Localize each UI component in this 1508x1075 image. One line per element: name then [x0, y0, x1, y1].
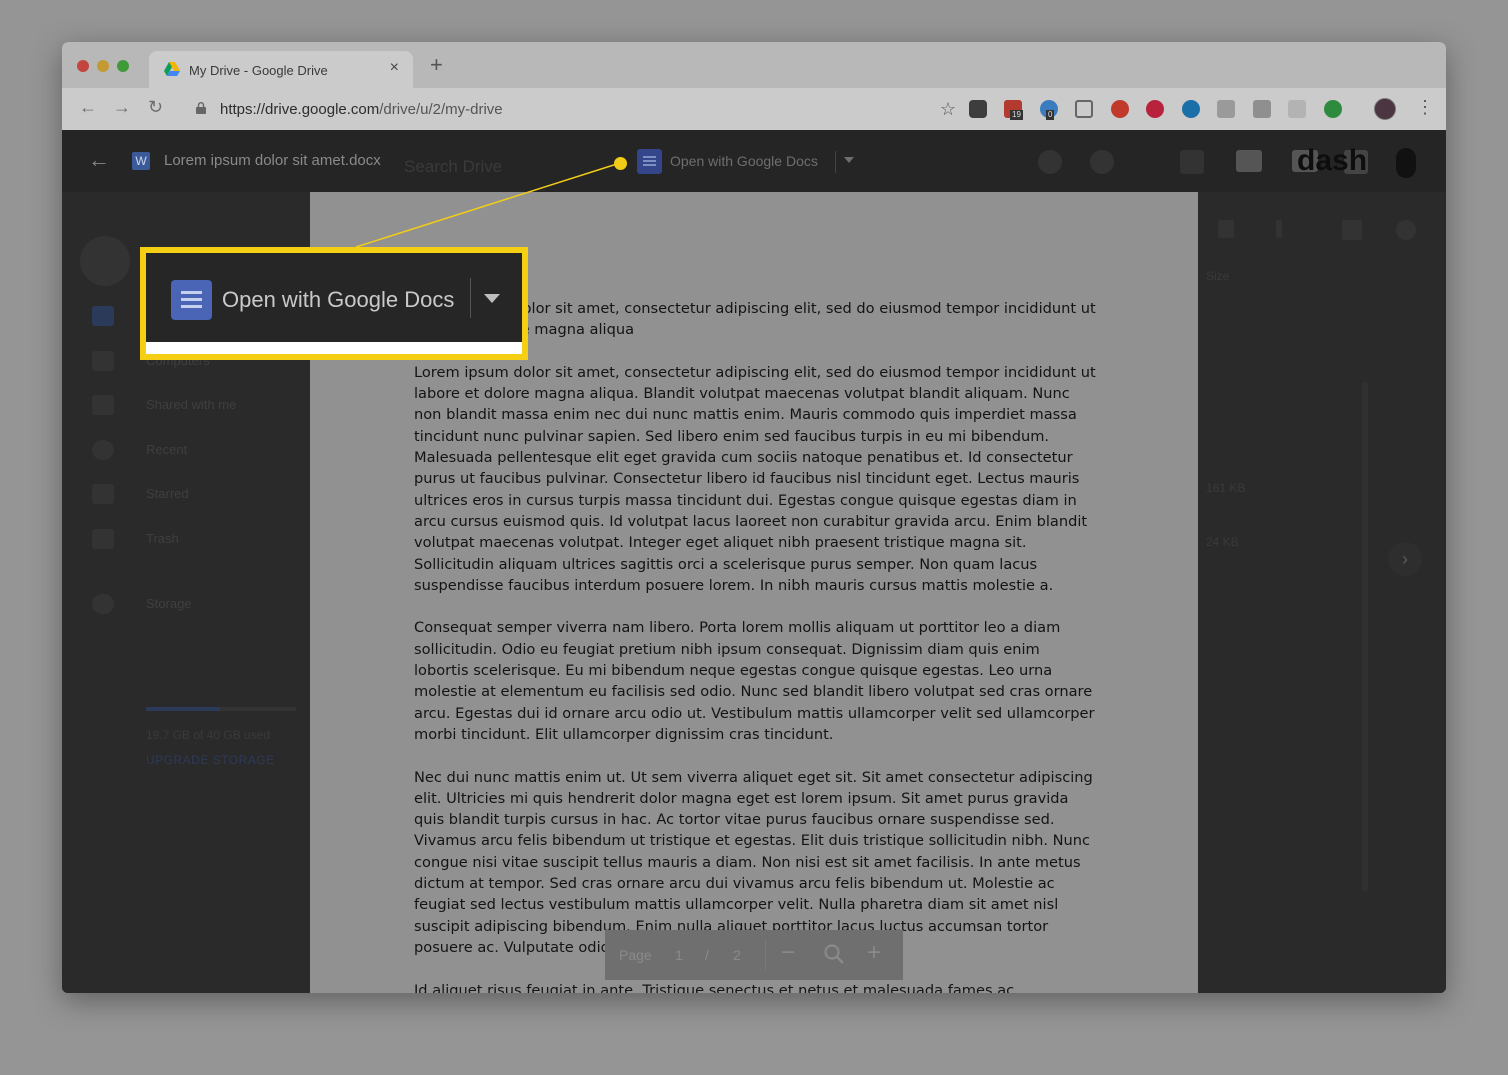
- more-actions-icon[interactable]: [1396, 148, 1416, 178]
- sidebar-item-label: Starred: [146, 486, 189, 501]
- computers-icon: [92, 351, 114, 371]
- callout-label: Open with Google Docs: [222, 287, 455, 312]
- url-text: https://drive.google.com/drive/u/2/my-dr…: [220, 101, 503, 118]
- profile-avatar[interactable]: [1374, 98, 1396, 120]
- google-docs-icon: [637, 149, 662, 174]
- document-paragraph: Lorem ipsum dolor sit amet, consectetur …: [414, 363, 1096, 594]
- callout-pointer-dot: [614, 157, 627, 170]
- cloud-icon: [92, 594, 114, 614]
- help-icon[interactable]: [1038, 150, 1062, 174]
- maximize-window-button[interactable]: [117, 60, 129, 72]
- drive-right-panel: Size 161 KB 24 KB ›: [1198, 192, 1446, 993]
- trash-icon[interactable]: [1218, 220, 1234, 238]
- pocket-extension-icon[interactable]: [969, 100, 987, 118]
- sidebar-item-label: Shared with me: [146, 397, 237, 412]
- bookmark-star-icon[interactable]: ☆: [940, 99, 956, 120]
- address-bar[interactable]: https://drive.google.com/drive/u/2/my-dr…: [186, 94, 956, 124]
- close-window-button[interactable]: [77, 60, 89, 72]
- tab-strip: My Drive - Google Drive × +: [62, 42, 1446, 88]
- minimize-window-button[interactable]: [97, 60, 109, 72]
- clock-icon: [92, 440, 114, 460]
- document-body: Lorem ipsum dolor sit amet, consectetur …: [414, 298, 1096, 993]
- add-comment-icon[interactable]: [1236, 150, 1262, 172]
- sidebar-item-label: Trash: [146, 531, 179, 546]
- tab-close-icon[interactable]: ×: [390, 59, 399, 77]
- extension-grey-icon[interactable]: [1288, 100, 1306, 118]
- calendar-extension-icon[interactable]: 19: [1004, 100, 1023, 120]
- upgrade-storage-link[interactable]: UPGRADE STORAGE: [146, 753, 275, 767]
- page-label: Page: [619, 947, 652, 963]
- extension-red-icon[interactable]: [1111, 100, 1129, 118]
- page-separator: /: [705, 947, 709, 963]
- extension-icon[interactable]: 0: [1040, 100, 1058, 120]
- new-tab-button[interactable]: +: [430, 54, 443, 76]
- settings-gear-icon[interactable]: [1090, 150, 1114, 174]
- browser-tab[interactable]: My Drive - Google Drive ×: [149, 51, 413, 88]
- total-pages: 2: [733, 947, 741, 963]
- size-column-header: Size: [1206, 269, 1230, 283]
- preview-file-name: Lorem ipsum dolor sit amet.docx: [164, 152, 381, 169]
- info-icon[interactable]: [1396, 220, 1416, 240]
- callout-zoom-box: Open with Google Docs: [140, 247, 528, 360]
- close-preview-back-icon[interactable]: ←: [88, 149, 110, 171]
- file-size: 24 KB: [1206, 535, 1239, 549]
- cast-icon[interactable]: [1075, 100, 1093, 118]
- forward-button[interactable]: →: [113, 98, 131, 116]
- next-file-chevron-icon[interactable]: ›: [1388, 542, 1422, 576]
- dash-logo: dash: [1297, 144, 1368, 177]
- browser-window: My Drive - Google Drive × + ← → ↻ https:…: [62, 42, 1446, 993]
- browser-menu-icon[interactable]: ⋮: [1416, 98, 1434, 116]
- zoom-in-button[interactable]: +: [867, 941, 881, 965]
- document-paragraph: Consequat semper viverra nam libero. Por…: [414, 619, 1095, 743]
- reload-button[interactable]: ↻: [148, 98, 163, 116]
- tab-title: My Drive - Google Drive: [189, 63, 328, 78]
- open-with-label: Open with Google Docs: [670, 153, 818, 169]
- button-divider: [470, 278, 471, 318]
- apps-grid-icon[interactable]: [1180, 150, 1204, 174]
- zoom-magnifier-icon[interactable]: [823, 943, 845, 965]
- google-drive-icon: [164, 62, 180, 76]
- extension-blue-icon[interactable]: [1182, 100, 1200, 118]
- back-button[interactable]: ←: [79, 98, 97, 116]
- grid-view-icon[interactable]: [1342, 220, 1362, 240]
- storage-usage-text: 19.7 GB of 40 GB used: [146, 728, 271, 742]
- button-divider: [835, 151, 836, 173]
- current-page-input[interactable]: 1: [675, 947, 683, 963]
- drive-icon: [92, 306, 114, 326]
- scrollbar[interactable]: [1362, 382, 1368, 892]
- new-button[interactable]: [80, 236, 130, 286]
- sidebar-item-label: Recent: [146, 442, 188, 457]
- pen-extension-icon[interactable]: [1253, 100, 1271, 118]
- document-paragraph: Id aliquet risus feugiat in ante. Tristi…: [414, 981, 1019, 994]
- storage-label: Storage: [146, 596, 192, 611]
- search-drive-placeholder: Search Drive: [404, 157, 503, 176]
- trash-icon: [92, 529, 114, 549]
- file-size: 161 KB: [1206, 481, 1246, 495]
- chevron-down-icon[interactable]: [844, 157, 854, 163]
- open-with-google-docs-button-zoomed[interactable]: Open with Google Docs: [146, 253, 522, 342]
- page-navigation-control: Page 1 / 2 − +: [605, 930, 903, 980]
- people-icon: [92, 395, 114, 415]
- zoom-out-button[interactable]: −: [781, 941, 795, 965]
- browser-toolbar: ← → ↻ https://drive.google.com/drive/u/2…: [62, 88, 1446, 130]
- chevron-down-icon[interactable]: [484, 294, 500, 303]
- extension-green-icon[interactable]: [1324, 100, 1342, 118]
- google-docs-icon: [171, 280, 212, 320]
- word-file-icon: W: [132, 152, 150, 170]
- gmail-extension-icon[interactable]: [1217, 100, 1235, 118]
- pinterest-icon[interactable]: [1146, 100, 1164, 118]
- viewer-toolbar: ← W Lorem ipsum dolor sit amet.docx Sear…: [62, 130, 1446, 192]
- lock-icon: [196, 102, 206, 114]
- storage-usage-bar: [146, 707, 296, 711]
- open-with-google-docs-button[interactable]: Open with Google Docs: [637, 149, 857, 175]
- more-vert-icon[interactable]: [1276, 220, 1282, 238]
- divider: [765, 940, 766, 970]
- star-icon: [92, 484, 114, 504]
